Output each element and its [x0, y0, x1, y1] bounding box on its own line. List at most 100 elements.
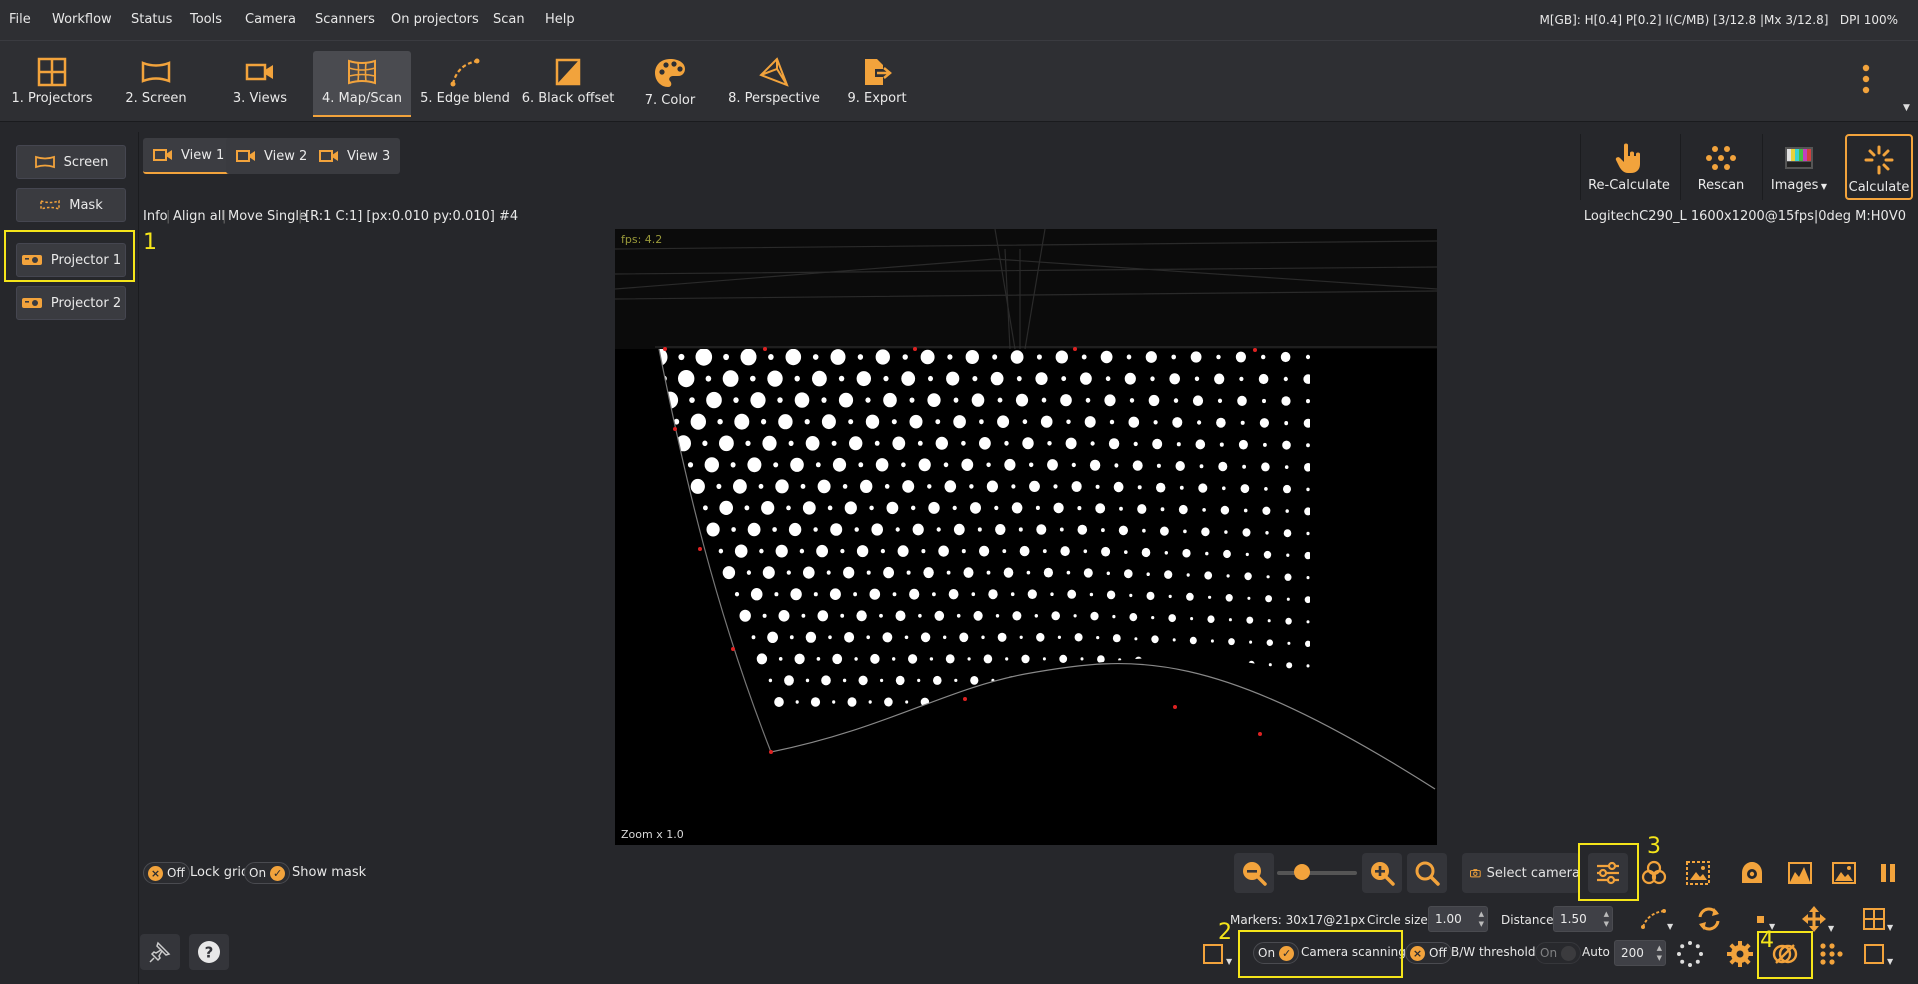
distance-input[interactable]: 1.50 ▲ ▼ [1553, 906, 1613, 932]
zoom-in-button[interactable] [1362, 853, 1402, 893]
scan-dot [1002, 549, 1007, 554]
threshold-input[interactable]: 200 ▲ ▼ [1614, 940, 1666, 966]
help-button[interactable]: ? [189, 934, 229, 970]
webcam-button[interactable] [1732, 853, 1772, 893]
dropdown-arrow-icon: ▼ [1818, 182, 1828, 191]
bw-threshold-toggle[interactable]: × Off [1405, 942, 1452, 964]
step-views-button[interactable]: 3. Views [214, 51, 306, 117]
histogram-button[interactable] [1780, 853, 1820, 893]
menu-help[interactable]: Help [545, 12, 575, 27]
scan-dot [1137, 504, 1147, 514]
select-camera-button[interactable]: Select camera [1462, 853, 1580, 893]
scan-dot [860, 479, 873, 493]
menu-scanners[interactable]: Scanners [315, 12, 375, 27]
step-export-button[interactable]: 9. Export [832, 51, 922, 117]
scan-dot [1051, 700, 1055, 704]
menu-tools[interactable]: Tools [190, 12, 222, 27]
image-button[interactable] [1824, 853, 1864, 893]
align-all-button[interactable]: Align all [173, 209, 225, 224]
tab-view-3[interactable]: View 3 [309, 138, 401, 174]
dots-pattern-button[interactable] [1810, 934, 1850, 974]
spinner-arrows-icon[interactable]: ▲ ▼ [1479, 909, 1484, 929]
menu-on-projectors[interactable]: On projectors [391, 12, 479, 27]
scan-dot [963, 567, 974, 578]
scan-dot [917, 440, 923, 446]
rescan-button[interactable]: Rescan [1684, 134, 1758, 200]
scan-dot [1124, 701, 1128, 705]
select-camera-label: Select camera [1486, 865, 1580, 881]
curve-tool-dropdown[interactable]: ▼ [1631, 899, 1683, 939]
histogram-icon [1788, 862, 1812, 884]
scan-dot [1030, 698, 1039, 706]
scan-dot [815, 462, 821, 468]
step-edge-blend-button[interactable]: 5. Edge blend [418, 51, 512, 117]
scan-dot [1096, 636, 1100, 640]
grid-layout-dropdown[interactable]: ▼ [1853, 899, 1905, 939]
svg-text:?: ? [205, 944, 214, 962]
step-black-offset-button[interactable]: 6. Black offset [520, 51, 616, 117]
image-compare-button[interactable] [1678, 853, 1718, 893]
mask-button[interactable]: Mask [16, 188, 126, 222]
scan-dot [1160, 702, 1164, 707]
menu-camera[interactable]: Camera [245, 12, 296, 27]
recalculate-button[interactable]: Re-Calculate [1583, 134, 1675, 200]
scan-dot [866, 635, 870, 640]
tab-view-2[interactable]: View 2 [226, 138, 318, 174]
step-perspective-button[interactable]: 8. Perspective [726, 51, 822, 117]
circle-size-input[interactable]: 1.00 ▲ ▼ [1428, 906, 1488, 932]
menu-scan[interactable]: Scan [493, 12, 525, 27]
info-label[interactable]: Info [143, 209, 168, 224]
lock-grid-toggle[interactable]: × Off [143, 862, 190, 884]
refresh-button[interactable] [1689, 899, 1729, 939]
sidebar-item-projector-2[interactable]: Projector 2 [16, 286, 126, 320]
scan-dot [927, 484, 932, 489]
scan-dot [745, 440, 751, 446]
scan-dot [1183, 529, 1187, 534]
scan-dot [1004, 440, 1009, 446]
step-screen-button[interactable]: 2. Screen [110, 51, 202, 117]
menu-workflow[interactable]: Workflow [52, 12, 112, 27]
auto-toggle[interactable]: On [1535, 942, 1582, 964]
menu-file[interactable]: File [9, 12, 31, 27]
pause-button[interactable] [1868, 853, 1908, 893]
step-projectors-button[interactable]: 1. Projectors [6, 51, 98, 117]
scan-dot [1263, 442, 1267, 447]
scan-dot [972, 376, 978, 382]
tab-view-1[interactable]: View 1 [143, 138, 235, 174]
images-dropdown-button[interactable]: Images ▼ [1766, 134, 1832, 200]
pin-button[interactable] [140, 934, 180, 970]
spinner-arrows-icon[interactable]: ▲ ▼ [1604, 909, 1609, 929]
scan-dot [1059, 654, 1068, 663]
show-mask-toggle[interactable]: On ✓ [244, 862, 291, 884]
scan-dot [1066, 570, 1071, 575]
calculate-button[interactable]: Calculate [1845, 134, 1913, 200]
menu-status[interactable]: Status [131, 12, 172, 27]
refresh-icon [1698, 907, 1720, 931]
frame-dropdown[interactable]: ▼ [1853, 934, 1905, 974]
zoom-fit-button[interactable] [1407, 853, 1447, 893]
scan-dot [1057, 635, 1061, 639]
screen-button[interactable]: Screen [16, 145, 126, 179]
zoom-slider-track[interactable] [1277, 871, 1357, 875]
scan-dot [979, 437, 991, 450]
zoom-slider-handle[interactable] [1294, 864, 1310, 880]
step-color-button[interactable]: 7. Color [626, 51, 714, 117]
camera-viewport[interactable]: fps: 4.2 Zoom x 1.0 [615, 229, 1437, 845]
scan-dot [1225, 594, 1233, 602]
scan-dot [762, 613, 767, 618]
scan-dot [1124, 569, 1133, 579]
step-map-scan-button[interactable]: 4. Map/Scan [313, 51, 411, 117]
more-options-icon[interactable] [1860, 63, 1872, 99]
expand-arrow-icon[interactable]: ▼ [1903, 103, 1910, 113]
zoom-out-button[interactable] [1234, 853, 1274, 893]
color-channels-button[interactable] [1634, 853, 1674, 893]
scan-dot [1042, 657, 1046, 661]
scan-dot [1288, 685, 1291, 689]
spinner-arrows-icon[interactable]: ▲ ▼ [1657, 943, 1662, 963]
scan-dot [1197, 420, 1202, 425]
move-single-button[interactable]: Move Single [228, 209, 307, 224]
scan-dot [1305, 685, 1310, 691]
scan-dot [1126, 354, 1132, 360]
scan-dot [817, 479, 831, 494]
settings-button[interactable] [1720, 934, 1760, 974]
